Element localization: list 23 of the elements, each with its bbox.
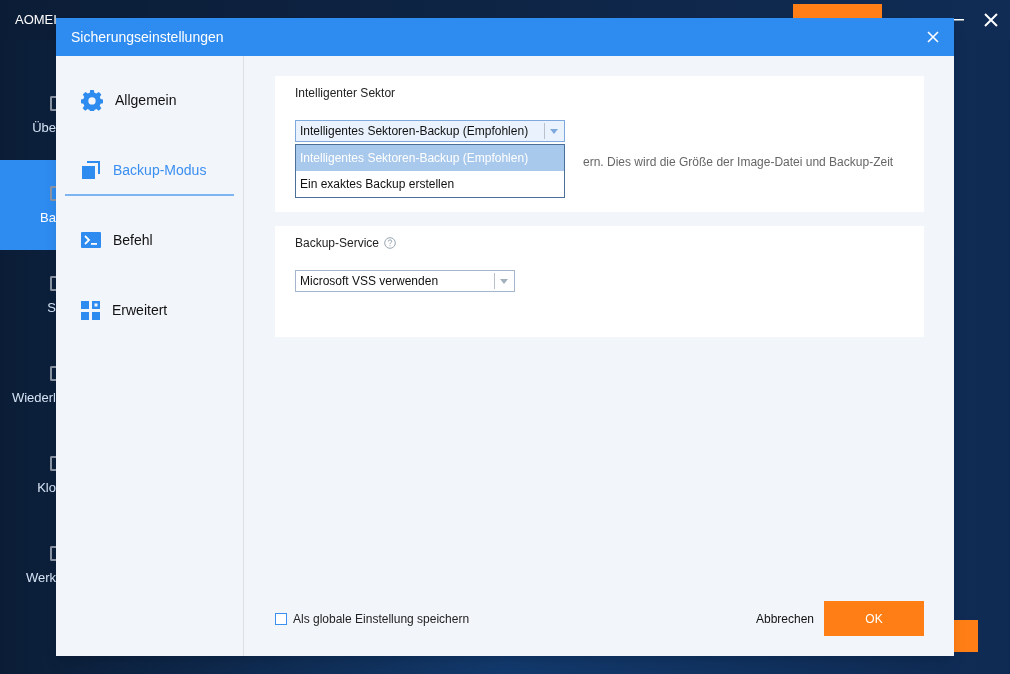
grid-icon [81, 300, 100, 320]
checkbox[interactable] [275, 612, 287, 625]
checkbox-label[interactable]: Als globale Einstellung speichern [293, 609, 470, 628]
section-title: Backup-Service [295, 235, 380, 252]
dropdown[interactable]: Microsoft VSS verwenden [295, 270, 515, 292]
caret-icon [549, 128, 558, 134]
nav-tab[interactable]: Erweitert [65, 286, 234, 336]
minimize-icon[interactable] [954, 19, 964, 21]
section-title: Intelligenter Sektor [295, 85, 396, 102]
layers-icon [81, 160, 101, 180]
description-text: ern. Dies wird die Größe der Image-Datei und Backup-Zeit [583, 154, 895, 171]
gear-icon [81, 89, 103, 111]
dialog-title: Sicherungseinstellungen [71, 27, 224, 47]
dropdown[interactable]: Intelligentes Sektoren-Backup (Empfohlen) [295, 120, 565, 142]
terminal-icon [81, 232, 101, 248]
help-icon[interactable] [384, 237, 397, 249]
nav-tab[interactable]: Befehl [65, 216, 234, 266]
caret-icon [499, 278, 508, 284]
close-icon[interactable] [984, 13, 998, 27]
nav-tab[interactable]: Allgemein [65, 76, 234, 126]
cancel-button[interactable]: Abbrechen [755, 601, 814, 636]
app-title: AOMEI [15, 11, 57, 30]
dropdown-option[interactable]: Ein exaktes Backup erstellen [296, 171, 564, 197]
